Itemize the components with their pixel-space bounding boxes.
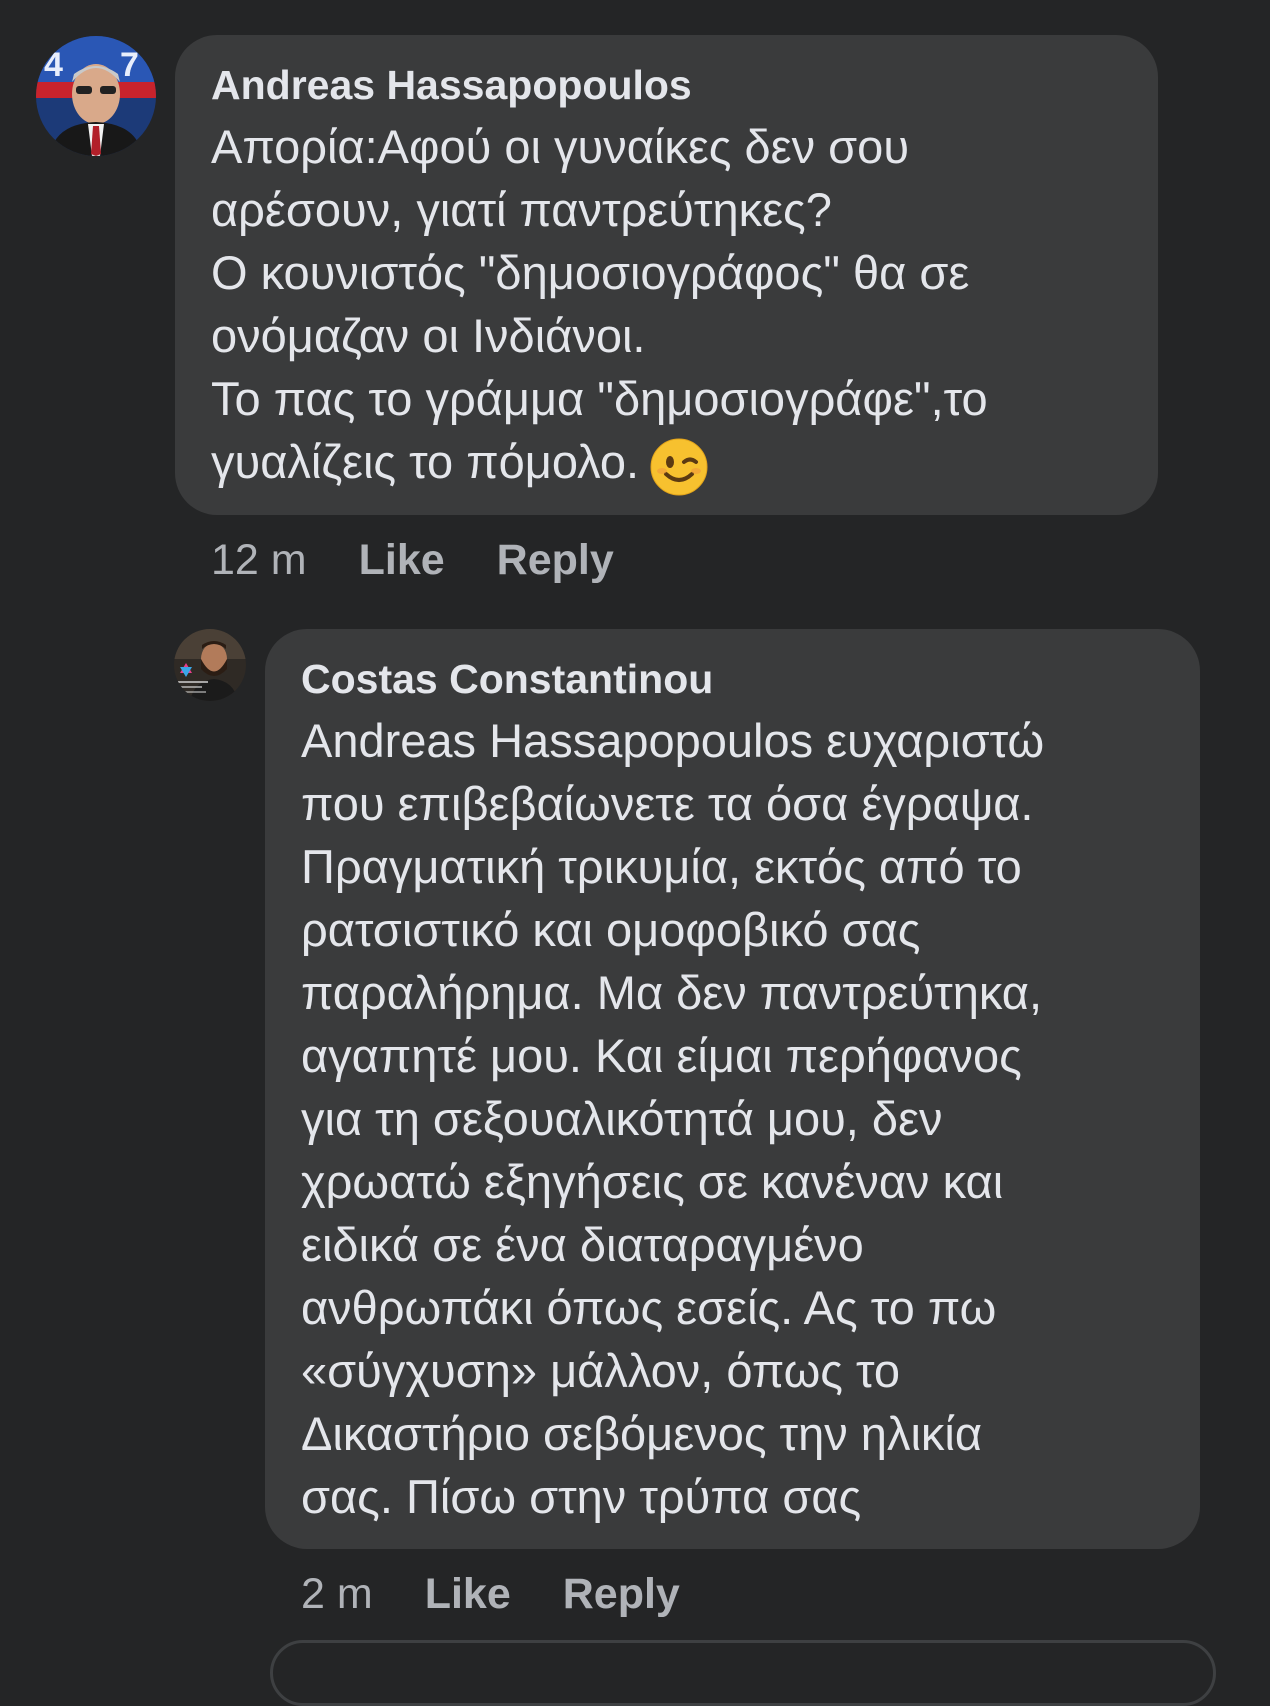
comment-text-line: ανθρωπάκι όπως εσείς. Ας το πω (301, 1281, 997, 1334)
comment-bubble[interactable]: Costas Constantinou Andreas Hassapopoulo… (265, 629, 1200, 1549)
comment-bubble[interactable]: Andreas Hassapopoulos Απορία:Αφού οι γυν… (175, 35, 1158, 515)
comment-text-line: Andreas Hassapopoulos ευχαριστώ (301, 714, 1045, 767)
comment-text-line: Δικαστήριο σεβόμενος την ηλικία (301, 1407, 982, 1460)
comment-text-line: παραλήρημα. Μα δεν παντρεύτηκα, (301, 966, 1043, 1019)
reply-button[interactable]: Reply (563, 1568, 680, 1620)
svg-text:4: 4 (44, 46, 63, 84)
comment-actions: 12 m Like Reply (211, 534, 666, 586)
comment-text-line: Ο κουνιστός "δημοσιογράφος" θα σε (211, 246, 970, 299)
comment-text: Απορία:Αφού οι γυναίκες δεν σου αρέσουν,… (211, 115, 1122, 505)
reply-button[interactable]: Reply (497, 534, 614, 586)
comment-text-line: αρέσουν, γιατί παντρεύτηκες? (211, 183, 832, 236)
comment-timestamp[interactable]: 2 m (301, 1568, 373, 1620)
comment-actions: 2 m Like Reply (301, 1568, 732, 1620)
comment-text-line: που επιβεβαίωνετε τα όσα έγραψα. (301, 777, 1034, 830)
reply-composer-edge[interactable] (270, 1640, 1216, 1706)
like-button[interactable]: Like (359, 534, 445, 586)
comment-text-last-line-wrap: γυαλίζεις το πόμολο. (211, 430, 1122, 505)
svg-text:7: 7 (120, 46, 139, 84)
comment-author[interactable]: Andreas Hassapopoulos (211, 61, 1122, 109)
avatar[interactable]: 4 7 (36, 36, 156, 156)
comment-text-line: Πραγματική τρικυμία, εκτός από το (301, 840, 1022, 893)
comment-text: Andreas Hassapopoulos ευχαριστώ που επιβ… (301, 709, 1164, 1528)
comment-text-line: Το πας το γράμμα "δημοσιογράφε",το (211, 372, 988, 425)
comment-text-line: για τη σεξουαλικότητά μου, δεν (301, 1092, 943, 1145)
comment-text-line: ονόμαζαν οι Ινδιάνοι. (211, 309, 646, 362)
comment-timestamp[interactable]: 12 m (211, 534, 307, 586)
comment-text-line: «σύγχυση» μάλλον, όπως το (301, 1344, 901, 1397)
avatar[interactable] (174, 629, 246, 701)
comment-text-line: ρατσιστικό και ομοφοβικό σας (301, 903, 921, 956)
comment-text-line: γυαλίζεις το πόμολο. (211, 435, 640, 488)
comment-text-line: σας. Πίσω στην τρύπα σας (301, 1470, 862, 1523)
like-button[interactable]: Like (425, 1568, 511, 1620)
winking-face-icon (650, 438, 708, 501)
comment-text-line: αγαπητέ μου. Και είμαι περήφανος (301, 1029, 1022, 1082)
comment-text-line: χρωατώ εξηγήσεις σε κανέναν και (301, 1155, 1004, 1208)
comment-author[interactable]: Costas Constantinou (301, 655, 1164, 703)
comment-text-line: Απορία:Αφού οι γυναίκες δεν σου (211, 120, 910, 173)
comment-text-line: ειδικά σε ένα διαταραγμένο (301, 1218, 864, 1271)
